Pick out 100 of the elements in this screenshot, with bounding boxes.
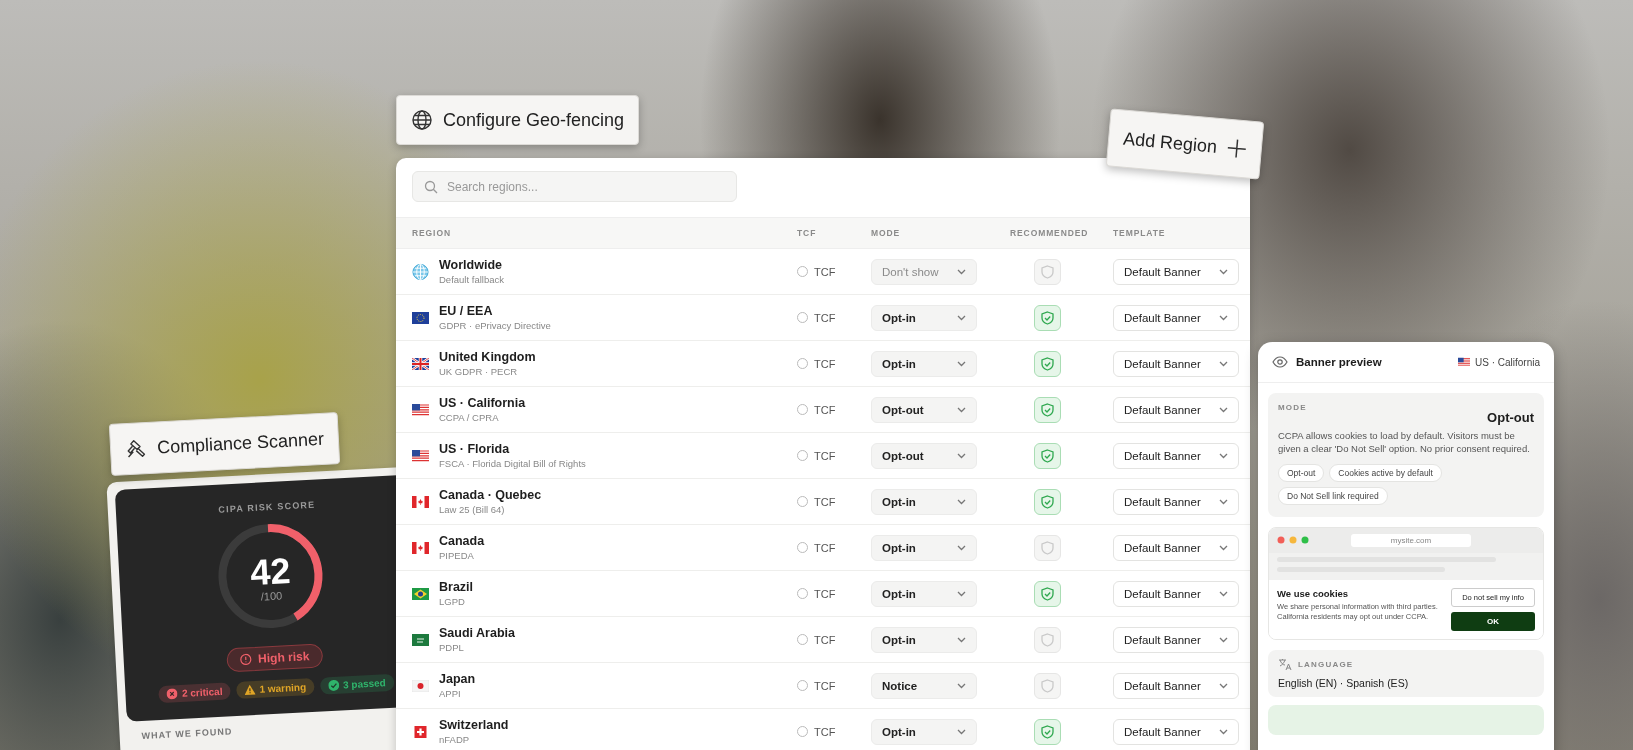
flag-icon: [412, 311, 429, 324]
globe-icon: [412, 262, 429, 281]
globe-icon: [411, 109, 433, 131]
radio-label: TCF: [814, 495, 836, 508]
region-detail: Default fallback: [439, 274, 504, 285]
recommended-toggle[interactable]: [1034, 258, 1061, 285]
chevron-down-icon: [1219, 498, 1228, 505]
chevron-down-icon: [957, 406, 966, 413]
shield-icon: [1041, 310, 1054, 325]
recommended-toggle[interactable]: [1034, 672, 1061, 699]
radio-button[interactable]: [797, 266, 808, 277]
radio-button[interactable]: [797, 588, 808, 599]
mode-dropdown[interactable]: Opt-in: [871, 580, 977, 607]
shield-icon: [1041, 678, 1054, 693]
radio-button[interactable]: [797, 404, 808, 415]
mode-dropdown[interactable]: Opt-in: [871, 718, 977, 745]
template-dropdown[interactable]: Default Banner: [1113, 534, 1239, 561]
region-name: Canada · Quebec: [439, 488, 542, 502]
flag-icon: [412, 679, 429, 692]
region-name: United Kingdom: [439, 350, 536, 364]
flag-icon: [412, 725, 429, 738]
shield-icon: [1041, 356, 1054, 371]
radio-label: TCF: [814, 357, 836, 370]
flag-icon: [412, 449, 429, 462]
feature-title: Configure Geo-fencing: [443, 109, 625, 131]
tag: Cookies active by default: [1329, 463, 1442, 482]
radio-button[interactable]: [797, 496, 808, 507]
chevron-down-icon: [957, 360, 966, 367]
template-dropdown[interactable]: Default Banner: [1113, 672, 1239, 699]
feature-title: Compliance Scanner: [156, 428, 325, 458]
mode-dropdown[interactable]: Opt-out: [871, 396, 977, 423]
column-header: RECOMMENDED: [1010, 228, 1090, 238]
mode-dropdown[interactable]: Opt-out: [871, 442, 977, 469]
chevron-down-icon: [1219, 636, 1228, 643]
radio-label: TCF: [814, 541, 836, 554]
region-name: Saudi Arabia: [439, 626, 515, 640]
add-region-button[interactable]: Add Region: [1105, 108, 1265, 180]
template-dropdown[interactable]: Default Banner: [1113, 626, 1239, 653]
mode-dropdown[interactable]: Opt-in: [871, 304, 977, 331]
region-detail: LGPD: [439, 596, 466, 607]
chevron-down-icon: [1219, 314, 1228, 321]
recommended-toggle[interactable]: [1034, 442, 1061, 469]
shield-icon: [1041, 724, 1054, 739]
mode-dropdown[interactable]: Notice: [871, 672, 977, 699]
radio-button[interactable]: [797, 542, 808, 553]
chevron-down-icon: [957, 544, 966, 551]
template-dropdown[interactable]: Default Banner: [1113, 442, 1239, 469]
region-detail: FSCA · Florida Digital Bill of Rights: [439, 458, 586, 469]
recommended-toggle[interactable]: [1034, 580, 1061, 607]
chevron-down-icon: [1219, 682, 1228, 689]
radio-button[interactable]: [797, 680, 808, 691]
region-label: US · California: [1474, 356, 1540, 368]
template-dropdown[interactable]: Default Banner: [1113, 718, 1239, 745]
template-dropdown[interactable]: Default Banner: [1113, 396, 1239, 423]
region-name: Switzerland: [439, 718, 509, 732]
flag-icon: [412, 587, 429, 600]
panel-title: Banner preview: [1296, 356, 1382, 368]
flag-icon: [412, 403, 429, 416]
radio-button[interactable]: [797, 634, 808, 645]
recommended-toggle[interactable]: [1034, 396, 1061, 423]
mode-dropdown[interactable]: Opt-in: [871, 534, 977, 561]
shield-icon: [1041, 632, 1054, 647]
search-field[interactable]: Search regions...: [412, 171, 737, 202]
address-bar: mysite.com: [1351, 533, 1471, 547]
mode-dropdown[interactable]: Opt-in: [871, 626, 977, 653]
radio-label: TCF: [814, 587, 836, 600]
plus-icon: [1226, 137, 1248, 160]
recommended-toggle[interactable]: [1034, 718, 1061, 745]
template-dropdown[interactable]: Default Banner: [1113, 304, 1239, 331]
shield-icon: [1041, 264, 1054, 279]
radio-label: TCF: [814, 679, 836, 692]
chip-text: 3 passed: [342, 677, 387, 691]
chevron-down-icon: [1219, 590, 1228, 597]
recommended-toggle[interactable]: [1034, 534, 1061, 561]
flag-icon: [1457, 356, 1470, 368]
ok-button[interactable]: OK: [1451, 611, 1535, 631]
template-dropdown[interactable]: Default Banner: [1113, 350, 1239, 377]
radio-button[interactable]: [797, 312, 808, 323]
recommended-toggle[interactable]: [1034, 626, 1061, 653]
mode-description: CCPA allows cookies to load by default. Visitors must be given a clear 'Do Not Sell' option. No prior consent required.: [1278, 429, 1531, 456]
template-dropdown[interactable]: Default Banner: [1113, 580, 1239, 607]
chevron-down-icon: [1219, 268, 1228, 275]
template-dropdown[interactable]: Default Banner: [1113, 258, 1239, 285]
recommended-toggle[interactable]: [1034, 488, 1061, 515]
tag: Do Not Sell link required: [1278, 486, 1388, 505]
radio-button[interactable]: [797, 450, 808, 461]
region-detail: PDPL: [439, 642, 465, 653]
shield-icon: [1041, 540, 1054, 555]
radio-button[interactable]: [797, 726, 808, 737]
recommended-toggle[interactable]: [1034, 304, 1061, 331]
mode-dropdown[interactable]: Opt-in: [871, 488, 977, 515]
chevron-down-icon: [1219, 452, 1228, 459]
radio-button[interactable]: [797, 358, 808, 369]
recommended-toggle[interactable]: [1034, 350, 1061, 377]
chevron-down-icon: [1219, 728, 1228, 735]
section-label: LANGUAGE: [1298, 659, 1354, 669]
template-dropdown[interactable]: Default Banner: [1113, 488, 1239, 515]
chevron-down-icon: [1219, 406, 1228, 413]
mode-dropdown[interactable]: Opt-in: [871, 350, 977, 377]
chip-text: 2 critical: [181, 685, 223, 699]
